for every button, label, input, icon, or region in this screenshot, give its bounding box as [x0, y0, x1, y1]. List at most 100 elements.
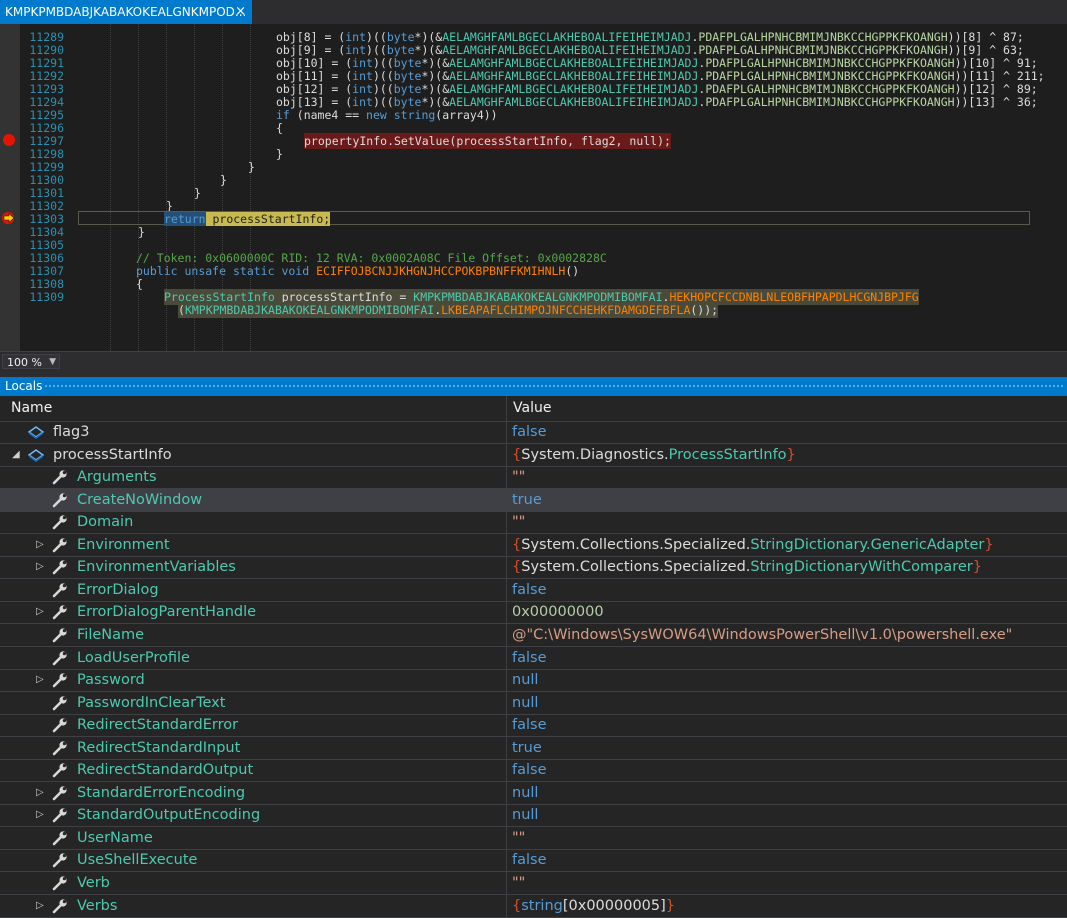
locals-row[interactable]: ▷ ErrorDialogParentHandle 0x00000000 — [0, 601, 1067, 625]
expand-icon[interactable]: ▷ — [36, 669, 44, 691]
wrench-icon — [51, 740, 69, 756]
locals-row[interactable]: PasswordInClearText null — [0, 692, 1067, 715]
local-value[interactable]: null — [512, 782, 538, 804]
locals-row[interactable]: ▷ Environment {System.Collections.Speciali… — [0, 534, 1067, 557]
local-name: LoadUserProfile — [77, 649, 190, 666]
local-value[interactable]: false — [512, 849, 547, 871]
instruction-pointer-icon[interactable] — [1, 212, 17, 224]
local-name: Password — [77, 672, 145, 689]
local-name: EnvironmentVariables — [77, 559, 236, 576]
local-name: Verbs — [77, 897, 118, 914]
locals-row[interactable]: FileName @"C:\Windows\SysWOW64\WindowsPow… — [0, 624, 1067, 647]
wrench-icon — [51, 672, 69, 688]
local-value[interactable]: false — [512, 714, 547, 736]
locals-row[interactable]: ◢ processStartInfo {System.Diagnostics.Pro… — [0, 444, 1067, 467]
local-value[interactable]: {string[0x00000005]} — [512, 895, 675, 917]
locals-row[interactable]: ▷ StandardErrorEncoding null — [0, 782, 1067, 805]
local-value[interactable]: 0x00000000 — [512, 601, 604, 623]
local-name: flag3 — [53, 424, 90, 440]
code-line[interactable]: (KMPKPMBDABJKABAKOKEALGNKMPODMIBOMFAI.LK… — [0, 302, 1067, 318]
locals-row[interactable]: ▷ Verbs {string[0x00000005]} — [0, 895, 1067, 918]
locals-row[interactable]: ▷ Password null — [0, 669, 1067, 693]
local-value[interactable]: @"C:\Windows\SysWOW64\WindowsPowerShell\… — [512, 624, 1012, 646]
drag-grip[interactable] — [44, 384, 1065, 389]
zoom-value: 100 % — [7, 356, 42, 369]
code-text: (KMPKPMBDABJKABAKOKEALGNKMPODMIBOMFAI.LK… — [178, 302, 719, 318]
wrench-icon — [51, 604, 69, 620]
locals-row[interactable]: CreateNoWindow true — [0, 488, 1067, 512]
locals-row[interactable]: ▷ EnvironmentVariables {System.Collections… — [0, 556, 1067, 580]
local-value[interactable]: null — [512, 692, 538, 714]
expand-icon[interactable]: ▷ — [36, 534, 44, 556]
collapse-icon[interactable]: ◢ — [12, 444, 20, 466]
local-value[interactable]: "" — [512, 872, 525, 894]
locals-row[interactable]: Verb "" — [0, 872, 1067, 895]
wrench-icon — [51, 627, 69, 643]
wrench-icon — [51, 762, 69, 778]
chevron-down-icon: ▼ — [49, 357, 56, 367]
wrench-icon — [51, 695, 69, 711]
locals-row[interactable]: Domain "" — [0, 511, 1067, 535]
wrench-icon — [51, 852, 69, 868]
wrench-icon — [51, 514, 69, 530]
breakpoint-icon[interactable] — [3, 134, 15, 146]
local-value[interactable]: true — [512, 489, 542, 511]
wrench-icon — [51, 807, 69, 823]
wrench-icon — [51, 582, 69, 598]
local-value[interactable]: true — [512, 737, 542, 759]
locals-row[interactable]: RedirectStandardError false — [0, 714, 1067, 738]
local-value[interactable]: {System.Collections.Specialized.StringDi… — [512, 556, 982, 578]
local-name: ErrorDialogParentHandle — [77, 604, 257, 621]
local-value[interactable]: {System.Collections.Specialized.StringDi… — [512, 534, 994, 556]
locals-grid: Name Value flag3 false ◢ processStartInfo {S… — [0, 396, 1067, 918]
expand-icon[interactable]: ▷ — [36, 804, 44, 826]
wrench-icon — [51, 898, 69, 914]
panel-splitter[interactable] — [0, 370, 1067, 377]
local-name: ErrorDialog — [77, 581, 159, 598]
column-header-name[interactable]: Name — [11, 396, 52, 421]
zoom-dropdown[interactable]: 100 % ▼ — [2, 354, 60, 369]
wrench-icon — [51, 492, 69, 508]
field-icon — [27, 424, 45, 440]
local-value[interactable]: "" — [512, 511, 525, 533]
locals-row[interactable]: LoadUserProfile false — [0, 647, 1067, 670]
local-value[interactable]: "" — [512, 827, 525, 849]
locals-row[interactable]: Arguments "" — [0, 466, 1067, 490]
locals-row[interactable]: flag3 false — [0, 421, 1067, 444]
local-value[interactable]: false — [512, 579, 547, 601]
local-value[interactable]: false — [512, 759, 547, 781]
local-value[interactable]: null — [512, 804, 538, 826]
expand-icon[interactable]: ▷ — [36, 895, 44, 917]
locals-row[interactable]: ▷ StandardOutputEncoding null — [0, 804, 1067, 828]
wrench-icon — [51, 537, 69, 553]
local-value[interactable]: false — [512, 421, 547, 443]
local-name: Verb — [77, 875, 110, 891]
expand-icon[interactable]: ▷ — [36, 601, 44, 623]
wrench-icon — [51, 830, 69, 846]
wrench-icon — [51, 469, 69, 485]
local-value[interactable]: null — [512, 669, 538, 691]
locals-column-headers: Name Value — [0, 396, 1067, 422]
column-header-value[interactable]: Value — [513, 396, 551, 421]
locals-row[interactable]: RedirectStandardOutput false — [0, 759, 1067, 783]
local-value[interactable]: "" — [512, 466, 525, 488]
locals-row[interactable]: UseShellExecute false — [0, 849, 1067, 873]
local-name: UseShellExecute — [77, 852, 198, 869]
local-name: processStartInfo — [53, 446, 172, 463]
field-icon — [27, 447, 45, 463]
local-name: PasswordInClearText — [77, 694, 226, 711]
code-editor[interactable]: 11289 obj[8] = (int)((byte*)(&AELAMGHFAML… — [0, 24, 1067, 351]
close-icon[interactable]: × — [235, 0, 246, 24]
locals-row[interactable]: UserName "" — [0, 827, 1067, 850]
locals-row[interactable]: RedirectStandardInput true — [0, 737, 1067, 760]
expand-icon[interactable]: ▷ — [36, 556, 44, 578]
locals-panel-title: Locals — [5, 379, 43, 393]
wrench-icon — [51, 559, 69, 575]
local-value[interactable]: {System.Diagnostics.ProcessStartInfo} — [512, 444, 796, 466]
local-value[interactable]: false — [512, 647, 547, 669]
local-name: RedirectStandardInput — [77, 739, 241, 756]
locals-row[interactable]: ErrorDialog false — [0, 579, 1067, 602]
expand-icon[interactable]: ▷ — [36, 782, 44, 804]
document-tab[interactable]: KMPKPMBDABJKABAKOKEALGNKMPOD... × — [0, 0, 252, 24]
editor-status-bar: 100 % ▼ — [0, 351, 1067, 371]
